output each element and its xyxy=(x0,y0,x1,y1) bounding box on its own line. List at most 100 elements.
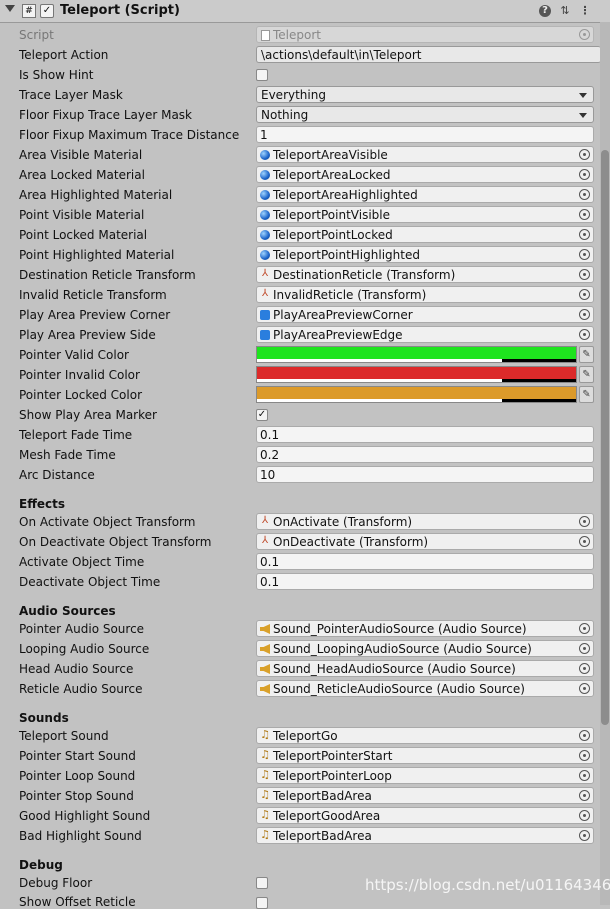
object-picker-icon[interactable] xyxy=(579,830,590,841)
area-visible-material-label: Area Visible Material xyxy=(19,148,143,162)
area-locked-material-field[interactable]: TeleportAreaLocked xyxy=(256,166,594,183)
object-picker-icon[interactable] xyxy=(579,329,590,340)
transform-icon: ⅄ xyxy=(261,515,269,526)
pointer-valid-color-swatch[interactable] xyxy=(256,346,577,363)
kebab-menu-icon[interactable]: ⋮ xyxy=(578,4,592,18)
looping-audio-source-field[interactable]: Sound_LoopingAudioSource (Audio Source) xyxy=(256,640,594,657)
show-play-area-marker-checkbox[interactable]: ✓ xyxy=(256,409,268,421)
object-picker-icon[interactable] xyxy=(579,643,590,654)
pointer-start-sound-field[interactable]: ♫ TeleportPointerStart xyxy=(256,747,594,764)
teleport-fade-time-value: 0.1 xyxy=(260,428,280,442)
point-highlighted-material-label: Point Highlighted Material xyxy=(19,248,175,262)
pointer-start-sound-value: TeleportPointerStart xyxy=(273,749,393,763)
head-audio-source-field[interactable]: Sound_HeadAudioSource (Audio Source) xyxy=(256,660,594,677)
is-show-hint-checkbox[interactable] xyxy=(256,69,268,81)
object-picker-icon[interactable] xyxy=(579,810,590,821)
teleport-sound-field[interactable]: ♫ TeleportGo xyxy=(256,727,594,744)
pointer-locked-color-swatch[interactable] xyxy=(256,386,577,403)
object-picker-icon[interactable] xyxy=(579,790,590,801)
floor-fixup-dist-input[interactable]: 1 xyxy=(256,126,594,143)
transform-icon: ⅄ xyxy=(261,535,269,546)
object-picker-icon[interactable] xyxy=(579,289,590,300)
show-offset-reticle-checkbox[interactable] xyxy=(256,897,268,909)
object-picker-icon[interactable] xyxy=(579,249,590,260)
object-picker-icon[interactable] xyxy=(579,149,590,160)
script-file-icon xyxy=(261,30,270,41)
activate-time-value: 0.1 xyxy=(260,555,280,569)
activate-time-input[interactable]: 0.1 xyxy=(256,553,594,570)
pointer-invalid-color-swatch[interactable] xyxy=(256,366,577,383)
object-picker-icon[interactable] xyxy=(579,663,590,674)
floor-fixup-dist-value: 1 xyxy=(260,128,268,142)
reticle-audio-source-field[interactable]: Sound_ReticleAudioSource (Audio Source) xyxy=(256,680,594,697)
teleport-fade-time-input[interactable]: 0.1 xyxy=(256,426,594,443)
trace-layer-mask-value: Everything xyxy=(261,88,326,102)
preset-icon[interactable]: ⇅ xyxy=(558,4,572,18)
point-highlighted-material-field[interactable]: TeleportPointHighlighted xyxy=(256,246,594,263)
object-picker-icon[interactable] xyxy=(579,209,590,220)
area-highlighted-material-field[interactable]: TeleportAreaHighlighted xyxy=(256,186,594,203)
object-picker-icon[interactable] xyxy=(579,623,590,634)
teleport-action-value: \actions\default\in\Teleport xyxy=(261,48,422,62)
eyedropper-icon[interactable]: ✎ xyxy=(579,386,594,403)
play-area-side-value: PlayAreaPreviewEdge xyxy=(273,328,403,342)
mesh-fade-time-input[interactable]: 0.2 xyxy=(256,446,594,463)
good-highlight-sound-field[interactable]: ♫ TeleportGoodArea xyxy=(256,807,594,824)
pointer-audio-source-field[interactable]: Sound_PointerAudioSource (Audio Source) xyxy=(256,620,594,637)
point-locked-material-field[interactable]: TeleportPointLocked xyxy=(256,226,594,243)
component-enabled-checkbox[interactable]: ✓ xyxy=(40,4,54,18)
teleport-action-label: Teleport Action xyxy=(19,48,109,62)
object-picker-icon[interactable] xyxy=(579,536,590,547)
teleport-action-dropdown[interactable]: \actions\default\in\Teleport xyxy=(256,46,601,63)
on-activate-value: OnActivate (Transform) xyxy=(273,515,413,529)
floor-fixup-mask-label: Floor Fixup Trace Layer Mask xyxy=(19,108,192,122)
arc-distance-input[interactable]: 10 xyxy=(256,466,594,483)
invalid-reticle-field[interactable]: ⅄ InvalidReticle (Transform) xyxy=(256,286,594,303)
pointer-stop-sound-field[interactable]: ♫ TeleportBadArea xyxy=(256,787,594,804)
trace-layer-mask-dropdown[interactable]: Everything xyxy=(256,86,594,103)
bad-highlight-sound-field[interactable]: ♫ TeleportBadArea xyxy=(256,827,594,844)
deactivate-time-input[interactable]: 0.1 xyxy=(256,573,594,590)
object-picker-icon[interactable] xyxy=(579,516,590,527)
object-picker-icon[interactable] xyxy=(579,169,590,180)
foldout-arrow-icon[interactable] xyxy=(5,5,15,12)
area-locked-material-value: TeleportAreaLocked xyxy=(273,168,391,182)
object-picker-icon[interactable] xyxy=(579,730,590,741)
object-picker-icon[interactable] xyxy=(579,770,590,781)
floor-fixup-dist-label: Floor Fixup Maximum Trace Distance xyxy=(19,128,240,142)
audio-clip-icon: ♫ xyxy=(260,828,270,841)
pointer-stop-sound-label: Pointer Stop Sound xyxy=(19,789,134,803)
object-picker-icon[interactable] xyxy=(579,229,590,240)
debug-floor-label: Debug Floor xyxy=(19,876,93,890)
debug-floor-checkbox[interactable] xyxy=(256,877,268,889)
point-visible-material-field[interactable]: TeleportPointVisible xyxy=(256,206,594,223)
alpha-bar xyxy=(257,399,576,402)
object-picker-icon[interactable] xyxy=(579,269,590,280)
play-area-corner-field[interactable]: PlayAreaPreviewCorner xyxy=(256,306,594,323)
object-picker-icon[interactable] xyxy=(579,189,590,200)
eyedropper-icon[interactable]: ✎ xyxy=(579,366,594,383)
watermark-text: https://blog.csdn.net/u011643463 xyxy=(365,876,610,894)
object-picker-icon[interactable] xyxy=(579,683,590,694)
area-visible-material-field[interactable]: TeleportAreaVisible xyxy=(256,146,594,163)
component-header: # ✓ Teleport (Script) ? ⇅ ⋮ xyxy=(0,0,610,23)
script-component-icon: # xyxy=(22,4,36,18)
floor-fixup-mask-dropdown[interactable]: Nothing xyxy=(256,106,594,123)
on-activate-field[interactable]: ⅄ OnActivate (Transform) xyxy=(256,513,594,530)
object-picker-icon[interactable] xyxy=(579,750,590,761)
effects-header: Effects xyxy=(19,497,66,511)
scrollbar-thumb[interactable] xyxy=(601,150,609,725)
object-picker-icon[interactable] xyxy=(579,309,590,320)
alpha-bar xyxy=(257,379,576,382)
audio-clip-icon: ♫ xyxy=(260,808,270,821)
mesh-fade-time-label: Mesh Fade Time xyxy=(19,448,116,462)
pointer-loop-sound-field[interactable]: ♫ TeleportPointerLoop xyxy=(256,767,594,784)
material-icon xyxy=(260,210,270,220)
looping-audio-source-value: Sound_LoopingAudioSource (Audio Source) xyxy=(273,642,532,656)
play-area-side-field[interactable]: PlayAreaPreviewEdge xyxy=(256,326,594,343)
on-deactivate-field[interactable]: ⅄ OnDeactivate (Transform) xyxy=(256,533,594,550)
eyedropper-icon[interactable]: ✎ xyxy=(579,346,594,363)
help-icon[interactable]: ? xyxy=(539,5,551,17)
destination-reticle-field[interactable]: ⅄ DestinationReticle (Transform) xyxy=(256,266,594,283)
area-highlighted-material-label: Area Highlighted Material xyxy=(19,188,173,202)
